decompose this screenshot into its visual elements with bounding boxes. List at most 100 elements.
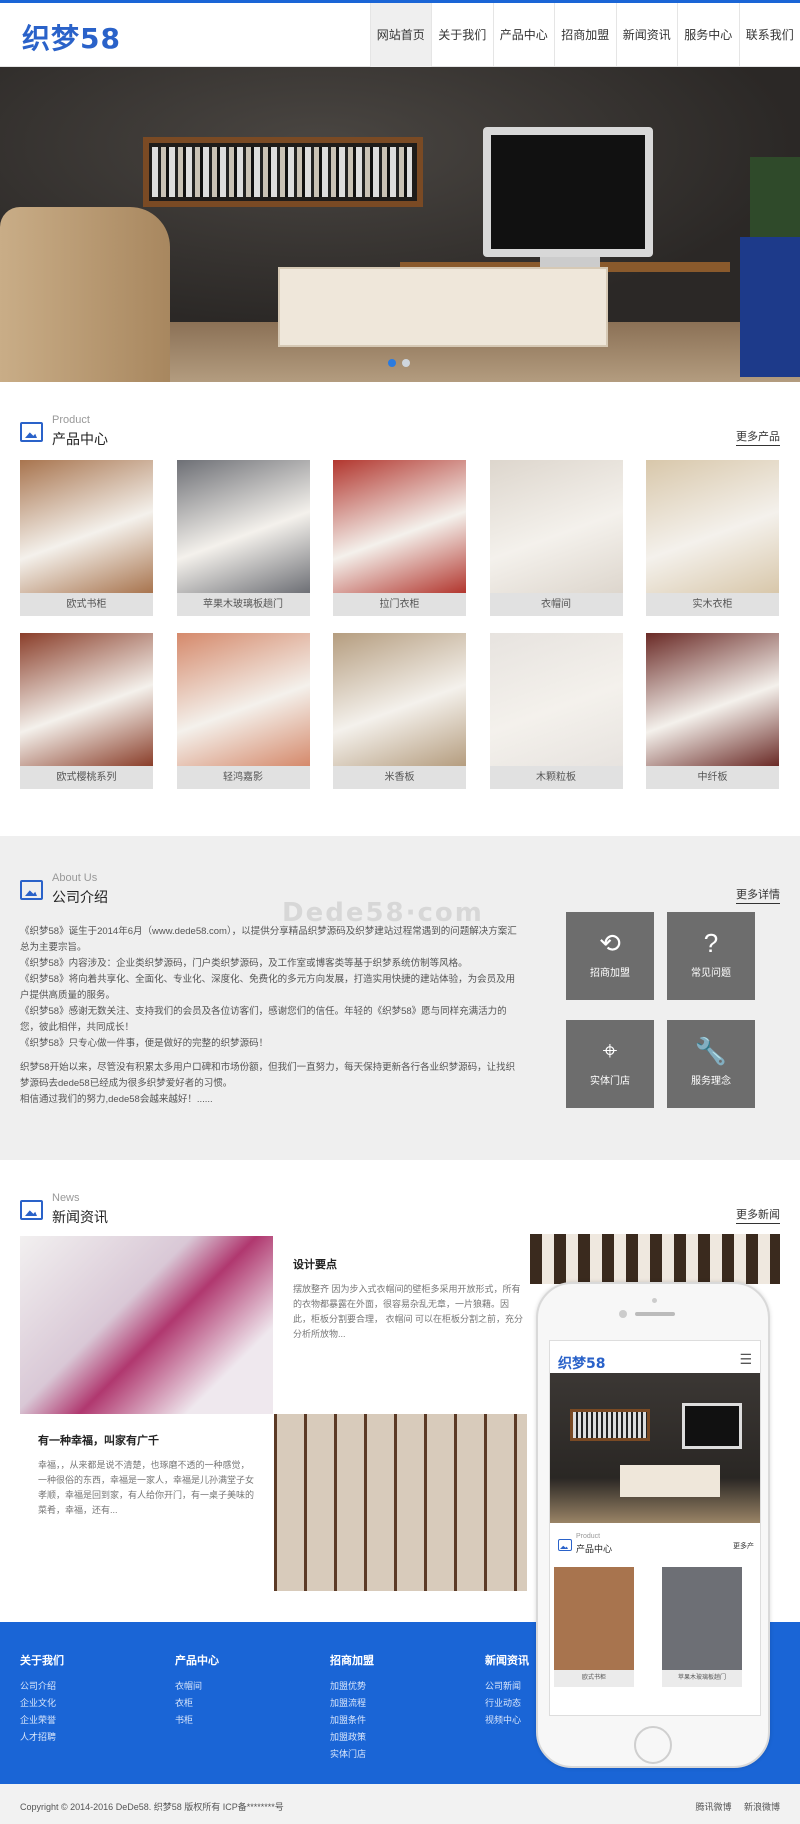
nav-service[interactable]: 服务中心 — [677, 3, 739, 67]
product-image[interactable] — [646, 460, 779, 593]
news-image[interactable] — [274, 1414, 527, 1591]
nav-products[interactable]: 产品中心 — [492, 3, 555, 67]
product-name[interactable]: 欧式书柜 — [20, 593, 153, 616]
news-item[interactable]: 设计要点 摆放整齐 因为步入式衣帽间的壁柜多采用开放形式，所有的衣物都暴露在外面… — [293, 1256, 523, 1342]
phone-speaker — [635, 1312, 675, 1316]
product-card[interactable]: 苹果木玻璃板趟门 — [176, 460, 310, 616]
tile-stores[interactable]: ⌖ 实体门店 — [566, 1020, 654, 1108]
phone-sensor — [652, 1298, 657, 1303]
product-card[interactable]: 衣帽间 — [489, 460, 623, 616]
footer-link[interactable]: 视频中心 — [485, 1712, 529, 1729]
footer-link[interactable]: 行业动态 — [485, 1695, 529, 1712]
more-products-link[interactable]: 更多产品 — [736, 428, 780, 446]
product-image[interactable] — [176, 460, 310, 593]
footer-link[interactable]: 企业文化 — [20, 1695, 64, 1712]
mobile-banner-shelf — [570, 1409, 650, 1441]
news-image[interactable] — [530, 1234, 780, 1284]
phone-screen: 织梦58 ☰ Product 产品中心 更多产 欧式书柜 苹果木玻璃板趟门 — [549, 1340, 761, 1716]
product-name[interactable]: 苹果木玻璃板趟门 — [176, 593, 310, 616]
product-card[interactable]: 米香板 — [333, 633, 466, 789]
product-card[interactable]: 实木衣柜 — [646, 460, 779, 616]
tile-service[interactable]: 🔧 服务理念 — [667, 1020, 755, 1108]
footer-link[interactable]: 加盟政策 — [330, 1729, 374, 1746]
product-image[interactable] — [646, 633, 779, 766]
about-paragraph: 《织梦58》诞生于2014年6月（www.dede58.com），以提供分享精品… — [20, 926, 517, 953]
wrench-icon: 🔧 — [694, 1035, 728, 1066]
product-name[interactable]: 欧式樱桃系列 — [20, 766, 153, 789]
product-image[interactable] — [489, 460, 623, 593]
tencent-weibo-link[interactable]: 腾讯微博 — [695, 1802, 731, 1812]
footer-column-title[interactable]: 产品中心 — [175, 1652, 219, 1668]
site-logo[interactable]: 织梦58 — [22, 17, 121, 57]
site-header: 织梦58 网站首页 关于我们 产品中心 招商加盟 新闻资讯 服务中心 联系我们 — [0, 3, 800, 67]
product-image[interactable] — [20, 460, 153, 593]
mobile-product-card[interactable]: 欧式书柜 — [554, 1567, 634, 1687]
social-links: 腾讯微博 新浪微博 — [685, 1800, 780, 1813]
product-image[interactable] — [20, 633, 153, 766]
mobile-more-link[interactable]: 更多产 — [733, 1541, 754, 1551]
about-paragraph: 《织梦58》只专心做一件事，便是做好的完整的织梦源码！ — [20, 1038, 269, 1049]
sina-weibo-link[interactable]: 新浪微博 — [744, 1802, 780, 1812]
nav-contact[interactable]: 联系我们 — [738, 3, 800, 67]
product-name[interactable]: 米香板 — [333, 766, 466, 789]
more-details-link[interactable]: 更多详情 — [736, 886, 780, 904]
footer-link[interactable]: 书柜 — [175, 1712, 219, 1729]
product-card[interactable]: 拉门衣柜 — [333, 460, 466, 616]
slider-dot[interactable] — [402, 359, 410, 367]
news-image[interactable] — [20, 1236, 273, 1414]
about-paragraph — [20, 1052, 520, 1060]
nav-news[interactable]: 新闻资讯 — [615, 3, 678, 67]
image-icon — [20, 422, 43, 442]
footer-column-title[interactable]: 新闻资讯 — [485, 1652, 529, 1668]
tile-faq[interactable]: ? 常见问题 — [667, 912, 755, 1000]
product-name[interactable]: 衣帽间 — [489, 593, 623, 616]
tile-franchise[interactable]: ⟲ 招商加盟 — [566, 912, 654, 1000]
product-card[interactable]: 木颗粒板 — [489, 633, 623, 789]
hero-banner[interactable] — [0, 67, 800, 382]
slider-dot-active[interactable] — [388, 359, 396, 367]
product-name[interactable]: 木颗粒板 — [489, 766, 623, 789]
refresh-icon: ⟲ — [599, 927, 621, 958]
footer-column-title[interactable]: 关于我们 — [20, 1652, 64, 1668]
mobile-logo[interactable]: 织梦58 — [558, 1353, 605, 1373]
mobile-product-card[interactable]: 苹果木玻璃板趟门 — [662, 1567, 742, 1687]
product-name[interactable]: 轻鸿嘉影 — [176, 766, 310, 789]
news-item[interactable]: 有一种幸福，叫家有广千 幸福，，从来都是说不清楚，也琢磨不透的一种感觉，一种很俗… — [38, 1432, 258, 1518]
news-section-header: News 新闻资讯 更多新闻 — [20, 1190, 780, 1230]
product-card[interactable]: 欧式书柜 — [20, 460, 153, 616]
product-name[interactable]: 中纤板 — [646, 766, 779, 789]
tile-label: 常见问题 — [691, 968, 731, 979]
nav-home[interactable]: 网站首页 — [369, 3, 431, 67]
nav-about[interactable]: 关于我们 — [431, 3, 493, 67]
more-news-link[interactable]: 更多新闻 — [736, 1206, 780, 1224]
footer-link[interactable]: 人才招聘 — [20, 1729, 64, 1746]
hamburger-menu-icon[interactable]: ☰ — [739, 1351, 752, 1368]
footer-column-title[interactable]: 招商加盟 — [330, 1652, 374, 1668]
footer-link[interactable]: 加盟优势 — [330, 1678, 374, 1695]
news-title: 新闻资讯 — [52, 1209, 108, 1225]
footer-link[interactable]: 加盟流程 — [330, 1695, 374, 1712]
footer-link[interactable]: 衣帽间 — [175, 1678, 219, 1695]
product-image[interactable] — [176, 633, 310, 766]
footer-link[interactable]: 公司新闻 — [485, 1678, 529, 1695]
product-image[interactable] — [333, 633, 466, 766]
mobile-banner[interactable] — [550, 1373, 760, 1523]
banner-tv-cabinet — [278, 267, 608, 347]
footer-link[interactable]: 衣柜 — [175, 1695, 219, 1712]
product-card[interactable]: 中纤板 — [646, 633, 779, 789]
product-card[interactable]: 轻鸿嘉影 — [176, 633, 310, 789]
product-name[interactable]: 拉门衣柜 — [333, 593, 466, 616]
news-item-title[interactable]: 有一种幸福，叫家有广千 — [38, 1432, 258, 1448]
nav-franchise[interactable]: 招商加盟 — [554, 3, 616, 67]
footer-link[interactable]: 加盟条件 — [330, 1712, 374, 1729]
product-card[interactable]: 欧式樱桃系列 — [20, 633, 153, 789]
footer-link[interactable]: 企业荣誉 — [20, 1712, 64, 1729]
about-paragraph: 《织梦58》内容涉及：企业类织梦源码，门户类织梦源码，及工作室或博客类等基于织梦… — [20, 958, 468, 969]
footer-link[interactable]: 公司介绍 — [20, 1678, 64, 1695]
product-image[interactable] — [333, 460, 466, 593]
copyright-bar: Copyright © 2014-2016 DeDe58. 织梦58 版权所有 … — [0, 1784, 800, 1824]
product-name[interactable]: 实木衣柜 — [646, 593, 779, 616]
footer-link[interactable]: 实体门店 — [330, 1746, 374, 1763]
news-item-title[interactable]: 设计要点 — [293, 1256, 523, 1272]
product-image[interactable] — [489, 633, 623, 766]
